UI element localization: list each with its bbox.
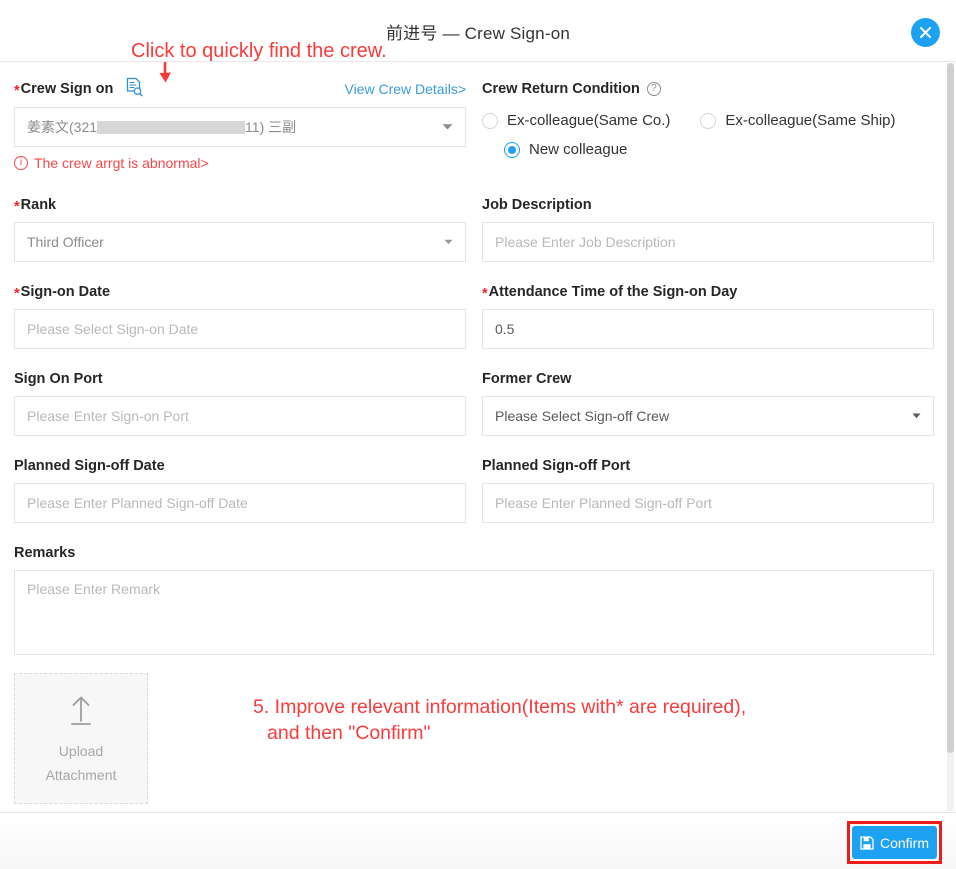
remarks-group: Remarks Please Enter Remark	[14, 543, 934, 655]
remarks-label: Remarks	[14, 545, 76, 561]
info-circle-icon: i	[14, 156, 28, 170]
confirm-highlight: Confirm	[847, 821, 942, 864]
rank-value: Third Officer	[27, 234, 104, 250]
planned-signoff-date-input[interactable]: Please Enter Planned Sign-off Date	[14, 483, 466, 523]
chevron-down-icon	[912, 413, 921, 419]
required-asterisk: *	[14, 198, 20, 215]
crew-return-condition-radios-row1: Ex-colleague(Same Co.) Ex-colleague(Same…	[482, 112, 934, 129]
sign-on-date-label-text: Sign-on Date	[20, 284, 111, 300]
sign-on-date-group: * Sign-on Date Please Select Sign-on Date	[14, 282, 466, 349]
label-left: * Crew Sign on	[14, 77, 144, 102]
crew-return-condition-group: Crew Return Condition ? Ex-colleague(Sam…	[482, 78, 934, 171]
crew-return-condition-radios-row2: New colleague	[482, 141, 934, 158]
radio-mark	[700, 112, 717, 129]
former-crew-value: Please Select Sign-off Crew	[495, 408, 670, 424]
required-asterisk: *	[14, 285, 20, 302]
close-icon	[920, 27, 931, 38]
crew-value-prefix: 姜素文(321	[27, 119, 98, 135]
upload-attachment-button[interactable]: Upload Attachment	[14, 673, 148, 804]
upload-arrow-icon	[71, 696, 91, 725]
radio-label: New colleague	[529, 141, 628, 158]
planned-signoff-date-group: Planned Sign-off Date Please Enter Plann…	[14, 456, 466, 523]
crew-return-condition-label-text: Crew Return Condition	[482, 81, 640, 97]
sign-on-port-label: Sign On Port	[14, 371, 103, 387]
sign-on-port-group: Sign On Port Please Enter Sign-on Port	[14, 369, 466, 436]
former-crew-group: Former Crew Please Select Sign-off Crew	[482, 369, 934, 436]
remarks-textarea[interactable]: Please Enter Remark	[14, 570, 934, 655]
radio-mark	[482, 112, 498, 129]
required-asterisk: *	[482, 285, 488, 302]
page-title: 前进号 — Crew Sign-on	[385, 24, 571, 43]
redacted-block	[97, 120, 246, 134]
confirm-button-label: Confirm	[879, 834, 929, 851]
attendance-time-input[interactable]: 0.5	[482, 309, 934, 349]
rank-select[interactable]: Third Officer	[14, 222, 466, 262]
form-row-planned: Planned Sign-off Date Please Enter Plann…	[14, 456, 936, 523]
dialog-body: * Crew Sign on View Crew Details> 姜素文(32…	[0, 62, 956, 812]
radio-new-colleague[interactable]: New colleague	[504, 141, 627, 158]
job-description-label: Job Description	[482, 197, 592, 213]
required-asterisk: *	[14, 82, 20, 99]
rank-label-text: Rank	[20, 197, 57, 213]
radio-mark	[504, 141, 520, 158]
save-floppy-icon	[860, 835, 874, 850]
upload-line-1: Upload	[58, 742, 104, 759]
dialog-header: 前进号 — Crew Sign-on	[0, 0, 956, 62]
crew-value-suffix: 11) 三副	[245, 119, 297, 135]
crew-sign-on-dialog: 前进号 — Crew Sign-on * Crew Sign on View C…	[0, 0, 956, 869]
former-crew-select[interactable]: Please Select Sign-off Crew	[482, 396, 934, 436]
job-description-group: Job Description Please Enter Job Descrip…	[482, 195, 934, 262]
crew-sign-on-group: * Crew Sign on View Crew Details> 姜素文(32…	[14, 77, 466, 171]
planned-signoff-date-label: Planned Sign-off Date	[14, 458, 165, 474]
question-circle-icon[interactable]: ?	[646, 82, 661, 96]
job-description-input[interactable]: Please Enter Job Description	[482, 222, 934, 262]
form-row-signon-date: * Sign-on Date Please Select Sign-on Date…	[14, 282, 936, 349]
planned-signoff-port-input[interactable]: Please Enter Planned Sign-off Port	[482, 483, 934, 523]
upload-attachment-text: Upload Attachment	[46, 739, 117, 787]
crew-sign-on-label: * Crew Sign on	[14, 79, 113, 99]
close-button[interactable]	[911, 18, 940, 47]
sign-on-port-input[interactable]: Please Enter Sign-on Port	[14, 396, 466, 436]
radio-label: Ex-colleague(Same Co.)	[507, 112, 671, 129]
chevron-down-icon	[442, 124, 453, 130]
crew-sign-on-label-row: * Crew Sign on View Crew Details>	[14, 77, 466, 102]
radio-label: Ex-colleague(Same Ship)	[725, 112, 896, 129]
scrollbar-thumb[interactable]	[947, 63, 954, 753]
crew-arrangement-error[interactable]: i The crew arrgt is abnormal>	[14, 155, 466, 171]
planned-signoff-port-label: Planned Sign-off Port	[482, 458, 631, 474]
form-row-remarks: Remarks Please Enter Remark	[14, 543, 936, 655]
crew-return-condition-label: Crew Return Condition ?	[482, 78, 934, 100]
error-text: The crew arrgt is abnormal>	[34, 155, 209, 171]
attendance-time-label: * Attendance Time of the Sign-on Day	[482, 282, 934, 302]
confirm-button[interactable]: Confirm	[852, 826, 937, 859]
rank-label: * Rank	[14, 195, 466, 215]
former-crew-label: Former Crew	[482, 371, 572, 387]
form-row-rank: * Rank Third Officer Job Description Plea…	[14, 195, 936, 262]
crew-sign-on-label-text: Crew Sign on	[20, 81, 114, 97]
dialog-footer: Confirm	[0, 812, 956, 869]
sign-on-date-input[interactable]: Please Select Sign-on Date	[14, 309, 466, 349]
attendance-time-label-text: Attendance Time of the Sign-on Day	[488, 284, 738, 300]
form-row-port: Sign On Port Please Enter Sign-on Port F…	[14, 369, 936, 436]
planned-signoff-port-group: Planned Sign-off Port Please Enter Plann…	[482, 456, 934, 523]
document-search-icon[interactable]	[125, 77, 144, 102]
radio-ex-colleague-same-co[interactable]: Ex-colleague(Same Co.)	[482, 112, 670, 129]
form-row-crew: * Crew Sign on View Crew Details> 姜素文(32…	[14, 77, 936, 171]
view-crew-details-link[interactable]: View Crew Details>	[344, 81, 466, 97]
upload-line-2: Attachment	[45, 766, 117, 783]
crew-select[interactable]: 姜素文(321 11) 三副	[14, 107, 466, 147]
attendance-time-group: * Attendance Time of the Sign-on Day 0.5	[482, 282, 934, 349]
rank-group: * Rank Third Officer	[14, 195, 466, 262]
radio-ex-colleague-same-ship[interactable]: Ex-colleague(Same Ship)	[700, 112, 896, 129]
chevron-down-icon	[444, 239, 453, 245]
sign-on-date-label: * Sign-on Date	[14, 282, 466, 302]
